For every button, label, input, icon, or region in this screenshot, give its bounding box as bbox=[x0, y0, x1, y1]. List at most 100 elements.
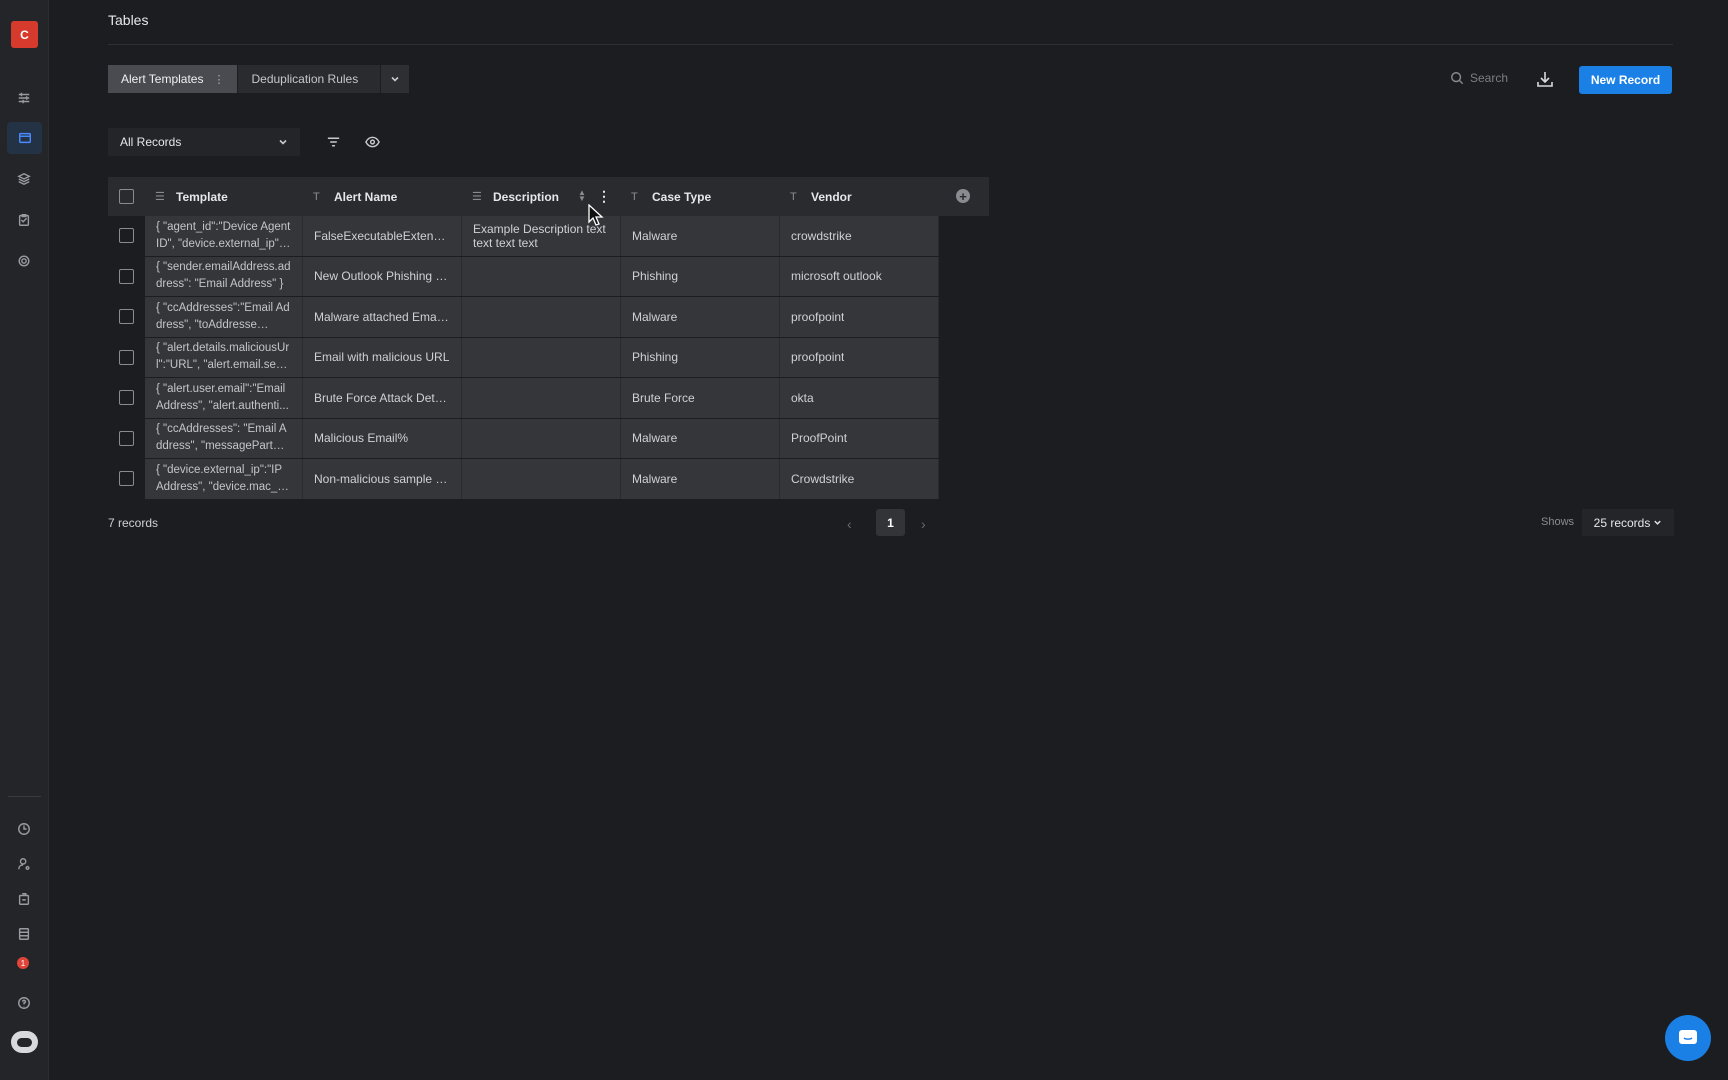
row-checkbox[interactable] bbox=[119, 430, 134, 446]
cell-description[interactable] bbox=[462, 297, 621, 337]
page-number-button[interactable]: 1 bbox=[876, 509, 905, 536]
per-page-value: 25 records bbox=[1593, 515, 1651, 530]
table-row[interactable]: { "agent_id":"Device Agent ID", "device.… bbox=[108, 216, 989, 257]
cell-description[interactable] bbox=[462, 378, 621, 418]
cell-case-type[interactable]: Malware bbox=[621, 418, 780, 458]
table-row[interactable]: { "alert.details.maliciousUrl":"URL", "a… bbox=[108, 337, 989, 378]
notification-icon[interactable]: 1 bbox=[17, 957, 29, 969]
cell-text: { "agent_id":"Device Agent ID", "device.… bbox=[156, 220, 291, 250]
sidebar: C 1 bbox=[0, 0, 49, 1080]
chat-button[interactable] bbox=[1665, 1015, 1711, 1061]
cell-alert-name[interactable]: Non-malicious sample d... bbox=[303, 459, 462, 499]
select-all-checkbox[interactable] bbox=[119, 189, 134, 204]
app-logo[interactable]: C bbox=[11, 21, 38, 48]
sort-icon[interactable]: ▲ ▼ bbox=[578, 189, 586, 203]
cell-vendor[interactable]: proofpoint bbox=[780, 297, 939, 337]
table-row[interactable]: { "sender.emailAddress.address": "Email … bbox=[108, 256, 989, 297]
cell-vendor[interactable]: proofpoint bbox=[780, 337, 939, 377]
cell-alert-name[interactable]: Malware attached Email% bbox=[303, 297, 462, 337]
layers-icon[interactable] bbox=[12, 167, 36, 191]
cell-case-type[interactable]: Phishing bbox=[621, 337, 780, 377]
column-header-case-type[interactable]: T Case Type bbox=[621, 177, 780, 216]
gear-icon[interactable] bbox=[12, 249, 36, 273]
download-button[interactable] bbox=[1536, 70, 1556, 90]
package-icon[interactable] bbox=[12, 887, 36, 911]
view-select-value: All Records bbox=[120, 135, 182, 149]
column-label: Template bbox=[176, 189, 228, 204]
cell-alert-name[interactable]: Email with malicious URL bbox=[303, 337, 462, 377]
cell-case-type[interactable]: Brute Force bbox=[621, 378, 780, 418]
table-row[interactable]: { "ccAddresses": "Email Address", "messa… bbox=[108, 418, 989, 459]
row-checkbox[interactable] bbox=[119, 390, 134, 406]
column-label: Description bbox=[493, 189, 560, 204]
clipboard-icon[interactable] bbox=[12, 208, 36, 232]
clock-icon[interactable] bbox=[12, 817, 36, 841]
table-icon[interactable] bbox=[7, 122, 42, 154]
search-input[interactable]: Search bbox=[1450, 71, 1508, 85]
table-row[interactable]: { "device.external_ip":"IP Address", "de… bbox=[108, 459, 989, 500]
tab-label: Alert Templates bbox=[121, 72, 204, 86]
row-checkbox[interactable] bbox=[119, 309, 134, 325]
cell-template[interactable]: { "alert.user.email":"Email Address", "a… bbox=[145, 378, 303, 418]
cell-alert-name[interactable]: Malicious Email% bbox=[303, 418, 462, 458]
row-checkbox[interactable] bbox=[119, 349, 134, 365]
new-record-button[interactable]: New Record bbox=[1579, 66, 1672, 94]
help-icon[interactable] bbox=[12, 991, 36, 1015]
row-checkbox[interactable] bbox=[119, 268, 134, 284]
tab-deduplication-rules[interactable]: Deduplication Rules bbox=[238, 65, 382, 93]
cell-text: okta bbox=[791, 390, 814, 405]
table-row[interactable]: { "ccAddresses":"Email Address", "toAddr… bbox=[108, 297, 989, 338]
cell-case-type[interactable]: Malware bbox=[621, 216, 780, 256]
cell-text: Brute Force bbox=[632, 390, 695, 405]
cell-case-type[interactable]: Phishing bbox=[621, 256, 780, 296]
cell-vendor[interactable]: microsoft outlook bbox=[780, 256, 939, 296]
sliders-icon[interactable] bbox=[12, 86, 36, 110]
row-checkbox[interactable] bbox=[119, 471, 134, 487]
table-row[interactable]: { "alert.user.email":"Email Address", "a… bbox=[108, 378, 989, 419]
tabs-dropdown-button[interactable] bbox=[381, 65, 410, 93]
cell-vendor[interactable]: okta bbox=[780, 378, 939, 418]
per-page-select[interactable]: 25 records bbox=[1582, 509, 1674, 536]
cell-alert-name[interactable]: FalseExecutableExtension bbox=[303, 216, 462, 256]
cell-description[interactable] bbox=[462, 418, 621, 458]
cell-vendor[interactable]: ProofPoint bbox=[780, 418, 939, 458]
row-checkbox[interactable] bbox=[119, 228, 134, 244]
add-column-icon[interactable]: + bbox=[956, 189, 970, 203]
cell-template[interactable]: { "ccAddresses":"Email Address", "toAddr… bbox=[145, 297, 303, 337]
cell-vendor[interactable]: crowdstrike bbox=[780, 216, 939, 256]
column-header-alert-name[interactable]: T Alert Name bbox=[303, 177, 462, 216]
filter-icon[interactable] bbox=[324, 134, 342, 150]
bot-icon[interactable] bbox=[11, 1031, 38, 1053]
cell-alert-name[interactable]: New Outlook Phishing R... bbox=[303, 256, 462, 296]
view-select[interactable]: All Records bbox=[108, 128, 300, 156]
cell-vendor[interactable]: Crowdstrike bbox=[780, 459, 939, 499]
tab-menu-icon[interactable]: ⋮ bbox=[213, 73, 224, 86]
long-text-icon: ☰ bbox=[472, 191, 482, 203]
cell-template[interactable]: { "device.external_ip":"IP Address", "de… bbox=[145, 459, 303, 499]
cell-text: Malware attached Email% bbox=[314, 309, 450, 324]
column-menu-icon[interactable]: ⋮ bbox=[597, 188, 611, 205]
chevron-right-icon[interactable]: › bbox=[921, 516, 926, 532]
database-icon[interactable] bbox=[12, 922, 36, 946]
column-label: Case Type bbox=[652, 189, 712, 204]
cell-template[interactable]: { "ccAddresses": "Email Address", "messa… bbox=[145, 418, 303, 458]
cell-description[interactable] bbox=[462, 256, 621, 296]
tab-alert-templates[interactable]: Alert Templates ⋮ bbox=[108, 65, 239, 93]
cell-text: ProofPoint bbox=[791, 431, 848, 446]
cell-description[interactable] bbox=[462, 337, 621, 377]
download-icon bbox=[1537, 72, 1553, 87]
cell-alert-name[interactable]: Brute Force Attack Dete... bbox=[303, 378, 462, 418]
eye-icon[interactable] bbox=[363, 134, 381, 150]
cell-text: Email with malicious URL bbox=[314, 350, 450, 365]
cell-case-type[interactable]: Malware bbox=[621, 459, 780, 499]
user-settings-icon[interactable] bbox=[12, 852, 36, 876]
cell-template[interactable]: { "alert.details.maliciousUrl":"URL", "a… bbox=[145, 337, 303, 377]
cell-case-type[interactable]: Malware bbox=[621, 297, 780, 337]
column-header-template[interactable]: ☰ Template bbox=[145, 177, 303, 216]
cell-template[interactable]: { "sender.emailAddress.address": "Email … bbox=[145, 256, 303, 296]
tab-label: Deduplication Rules bbox=[251, 72, 359, 86]
cell-template[interactable]: { "agent_id":"Device Agent ID", "device.… bbox=[145, 216, 303, 256]
chevron-left-icon[interactable]: ‹ bbox=[847, 516, 852, 532]
column-header-vendor[interactable]: T Vendor bbox=[780, 177, 939, 216]
cell-description[interactable] bbox=[462, 459, 621, 499]
